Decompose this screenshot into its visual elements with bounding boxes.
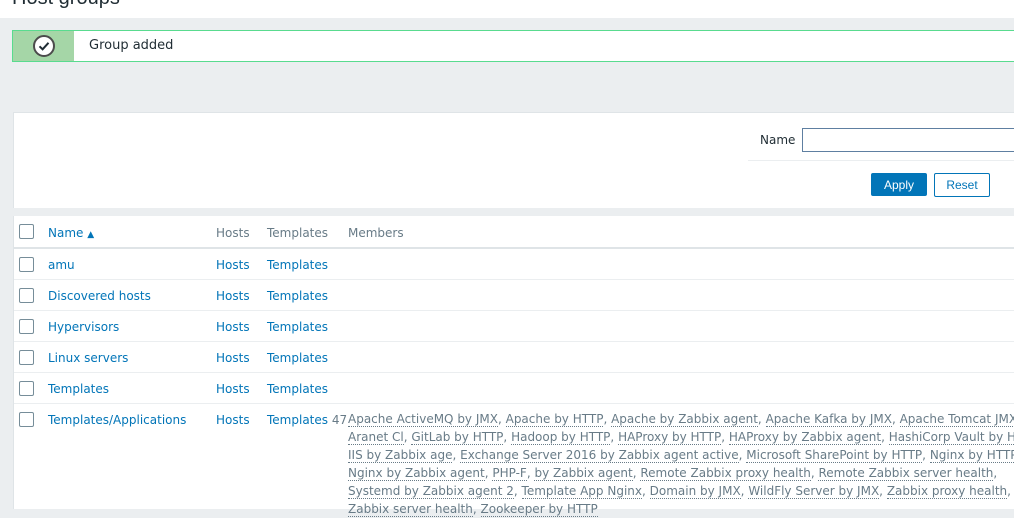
- member-separator: ,: [879, 484, 887, 498]
- group-name-link[interactable]: amu: [48, 258, 75, 272]
- row-checkbox[interactable]: [19, 381, 34, 396]
- select-all-checkbox[interactable]: [19, 224, 34, 239]
- group-name-link[interactable]: Discovered hosts: [48, 289, 151, 303]
- table-row: Templates/Applications Hosts Templates 4…: [14, 404, 1014, 517]
- member-template-link[interactable]: HashiCorp Vault by HTTP: [888, 430, 1014, 445]
- member-template-link[interactable]: Microsoft SharePoint by HTTP: [746, 448, 923, 463]
- column-name-label[interactable]: Name: [48, 226, 83, 240]
- member-template-link[interactable]: Apache Kafka by JMX: [765, 412, 892, 427]
- column-name-header[interactable]: Name ▲: [48, 226, 94, 240]
- templates-link[interactable]: Templates: [267, 289, 328, 303]
- member-template-link[interactable]: Remote Zabbix proxy health: [640, 466, 811, 481]
- templates-link[interactable]: Templates: [267, 382, 328, 396]
- row-checkbox[interactable]: [19, 288, 34, 303]
- member-template-link[interactable]: WildFly Server by JMX: [748, 484, 880, 499]
- templates-count: 47: [331, 413, 348, 427]
- column-members-header: Members: [348, 226, 404, 240]
- member-separator: ,: [757, 412, 766, 426]
- host-groups-table: Name ▲ Hosts Templates Members amu Hosts…: [13, 216, 1014, 517]
- member-template-link[interactable]: HAProxy by Zabbix agent: [728, 430, 882, 445]
- message-text: Group added: [89, 38, 174, 53]
- member-template-link[interactable]: Aranet Cl: [348, 430, 404, 445]
- hosts-link[interactable]: Hosts: [216, 351, 250, 365]
- member-template-link[interactable]: Systemd by Zabbix agent 2: [348, 484, 514, 499]
- table-row: Linux servers Hosts Templates: [14, 342, 1014, 373]
- row-checkbox[interactable]: [19, 319, 34, 334]
- column-templates-header: Templates: [267, 226, 329, 240]
- filter-name-input[interactable]: [802, 128, 1014, 152]
- member-template-link[interactable]: Remote Zabbix server health: [818, 466, 994, 481]
- member-template-link[interactable]: Hadoop by HTTP: [511, 430, 611, 445]
- member-template-link[interactable]: Apache by HTTP: [505, 412, 604, 427]
- member-separator: ,: [891, 412, 900, 426]
- member-template-link[interactable]: Apache by Zabbix agent: [611, 412, 758, 427]
- member-separator: ,: [922, 448, 930, 462]
- check-circle-icon: [33, 35, 55, 57]
- table-row: Discovered hosts Hosts Templates: [14, 280, 1014, 311]
- success-message: Group added: [12, 30, 1014, 62]
- member-separator: ,: [1007, 484, 1011, 498]
- table-row: amu Hosts Templates: [14, 249, 1014, 280]
- hosts-link[interactable]: Hosts: [216, 320, 250, 334]
- reset-button[interactable]: Reset: [934, 173, 990, 197]
- member-separator: ,: [513, 484, 522, 498]
- table-row: Hypervisors Hosts Templates: [14, 311, 1014, 342]
- member-separator: ,: [610, 430, 619, 444]
- member-template-link[interactable]: Template App Nginx: [521, 484, 642, 499]
- member-separator: ,: [497, 412, 506, 426]
- member-template-link[interactable]: PHP-F: [492, 466, 527, 481]
- group-name-link[interactable]: Templates: [48, 382, 109, 396]
- member-template-link[interactable]: by Zabbix agent: [534, 466, 633, 481]
- message-icon-box: [13, 31, 74, 61]
- table-header: Name ▲ Hosts Templates Members: [14, 216, 1014, 249]
- sort-asc-icon: ▲: [87, 230, 95, 240]
- hosts-link[interactable]: Hosts: [216, 382, 250, 396]
- column-hosts-header: Hosts: [216, 226, 250, 240]
- row-checkbox[interactable]: [19, 412, 34, 427]
- table-row: Templates Hosts Templates: [14, 373, 1014, 404]
- hosts-link[interactable]: Hosts: [216, 289, 250, 303]
- hosts-link[interactable]: Hosts: [216, 258, 250, 272]
- member-separator: ,: [603, 412, 612, 426]
- member-template-link[interactable]: Zookeeper by HTTP: [480, 502, 598, 517]
- member-template-link[interactable]: Zabbix server health: [348, 502, 473, 517]
- member-template-link[interactable]: Apache ActiveMQ by JMX: [348, 412, 498, 427]
- hosts-link[interactable]: Hosts: [216, 413, 250, 427]
- member-template-link[interactable]: GitLab by HTTP: [411, 430, 504, 445]
- members-list: Apache ActiveMQ by JMX, Apache by HTTP, …: [348, 410, 1014, 518]
- row-checkbox[interactable]: [19, 350, 34, 365]
- row-checkbox[interactable]: [19, 257, 34, 272]
- member-template-link[interactable]: Zabbix proxy health: [886, 484, 1008, 499]
- member-separator: ,: [642, 484, 650, 498]
- templates-link[interactable]: Templates: [267, 351, 328, 365]
- member-template-link[interactable]: Nginx by Zabbix agent: [348, 466, 485, 481]
- member-template-link[interactable]: Apache Tomcat JMX: [899, 412, 1014, 427]
- page-title: Host groups: [12, 0, 120, 10]
- group-name-link[interactable]: Templates/Applications: [48, 413, 186, 427]
- group-name-link[interactable]: Linux servers: [48, 351, 128, 365]
- member-template-link[interactable]: Nginx by HTTP: [929, 448, 1014, 463]
- templates-link[interactable]: Templates: [267, 413, 328, 427]
- member-separator: ,: [503, 430, 512, 444]
- member-separator: ,: [721, 430, 729, 444]
- member-separator: ,: [472, 502, 481, 516]
- member-separator: ,: [993, 466, 998, 480]
- member-separator: ,: [452, 448, 461, 462]
- member-separator: ,: [881, 430, 889, 444]
- member-template-link[interactable]: Domain by JMX: [649, 484, 741, 499]
- templates-link[interactable]: Templates: [267, 320, 328, 334]
- member-template-link[interactable]: HAProxy by HTTP: [618, 430, 722, 445]
- apply-button[interactable]: Apply: [871, 173, 927, 196]
- page-header-strip: [0, 0, 1014, 18]
- member-template-link[interactable]: IIS by Zabbix age: [348, 448, 453, 463]
- filter-name-label: Name: [760, 133, 796, 147]
- group-name-link[interactable]: Hypervisors: [48, 320, 119, 334]
- member-template-link[interactable]: Exchange Server 2016 by Zabbix agent act…: [460, 448, 739, 463]
- templates-link[interactable]: Templates: [267, 258, 328, 272]
- templates-cell: Templates 47: [267, 413, 347, 427]
- filter-panel: Name Apply Reset: [13, 112, 1014, 208]
